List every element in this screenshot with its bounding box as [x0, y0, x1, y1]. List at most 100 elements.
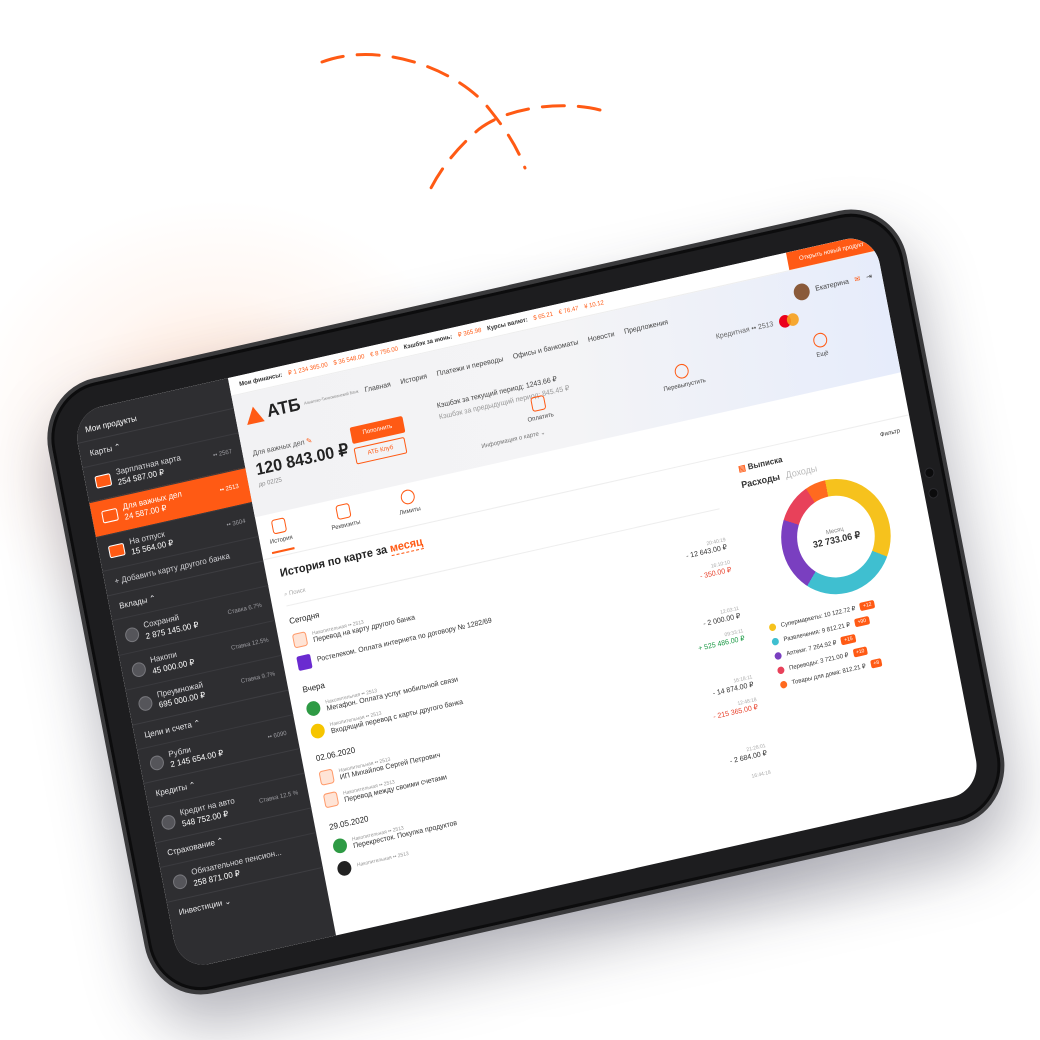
legend-dot	[771, 636, 780, 646]
transaction-time: 16:44:18	[751, 769, 772, 780]
camera-dot-icon	[923, 466, 936, 480]
rate-eur: € 76.47	[558, 305, 580, 316]
statement-label: Выписка	[747, 454, 784, 472]
piggy-bank-icon	[123, 625, 141, 644]
sensor-dot-icon	[927, 487, 940, 500]
chevron-up-icon: ⌃	[188, 780, 197, 792]
legend-badge: +10	[852, 646, 869, 658]
piggy-bank-icon	[130, 660, 148, 678]
card-info-text: Информация о карте	[481, 431, 540, 451]
legend-badge: +12	[859, 599, 876, 612]
legend-badge: +15	[840, 633, 857, 646]
pay-action[interactable]: Оплатить	[524, 393, 554, 424]
search-placeholder: Поиск	[288, 587, 307, 598]
shield-icon	[171, 872, 189, 891]
donut-center: Месяц 32 733.06 ₽	[790, 488, 882, 586]
pie-icon	[399, 488, 416, 506]
logo-mark-icon	[244, 404, 265, 426]
merchant-icon	[331, 837, 349, 855]
rate-usd: $ 65.21	[532, 311, 554, 322]
tab-label: Лимиты	[398, 505, 422, 517]
tab-label: Реквизиты	[331, 519, 362, 533]
merchant-icon	[322, 791, 340, 809]
car-icon	[160, 813, 177, 831]
nav-item-payments[interactable]: Платежи и переводы	[436, 355, 504, 377]
action-label: Ещё	[816, 350, 830, 359]
card-number: •• 2513	[219, 483, 240, 495]
reissue-action[interactable]: Перевыпустить	[660, 359, 707, 394]
safe-icon	[148, 754, 166, 772]
section-label: Вклады	[118, 595, 149, 612]
tab-expenses[interactable]: Расходы	[740, 471, 780, 490]
merchant-icon	[296, 653, 313, 672]
section-label: Инвестиции	[177, 898, 224, 918]
finance-usd: $ 36 548.00	[332, 353, 366, 367]
wallet-icon	[529, 394, 547, 413]
legend-dot	[779, 679, 788, 689]
legend-dot	[773, 651, 783, 660]
finance-eur: € 8 756.00	[369, 345, 399, 359]
legend-badge: +90	[854, 615, 870, 628]
main-area: Мои финансы: ₽ 1 234 365.00 $ 36 548.00 …	[227, 232, 982, 936]
tab-income[interactable]: Доходы	[785, 463, 818, 480]
filter-button[interactable]: Фильтр	[880, 428, 901, 442]
action-label: Перевыпустить	[663, 377, 707, 394]
document-icon	[335, 502, 352, 521]
logout-icon[interactable]: ⇥	[865, 272, 873, 281]
more-action[interactable]: Ещё	[811, 331, 830, 360]
merchant-icon	[305, 699, 322, 718]
deposit-rate: Ставка 6.7%	[227, 602, 263, 617]
rates-label: Курсы валют:	[486, 316, 529, 332]
rate-cny: ¥ 10.12	[583, 299, 605, 311]
search-icon: ⌕	[283, 591, 289, 599]
stage: Мои продукты Карты ⌃ Зарплатная карта 254…	[0, 0, 1040, 1040]
tab-limits[interactable]: Лимиты	[395, 487, 422, 523]
credit-label-text: Кредитная •• 2513	[715, 320, 775, 341]
nav-item-history[interactable]: История	[400, 373, 428, 386]
atb-logo[interactable]: АТБ Азиатско-Тихоокеанский Банк	[244, 386, 359, 428]
credit-rate: Ставка 12.5 %	[258, 789, 299, 805]
nav-item-main[interactable]: Главная	[364, 381, 391, 394]
chevron-down-icon: ⌄	[539, 429, 547, 438]
section-label: Цели и счета	[143, 719, 193, 740]
card-icon	[94, 473, 113, 490]
card-icon	[107, 542, 126, 559]
avatar	[792, 281, 812, 302]
expenses-legend: Супермаркеты: 10 122.72 ₽ +12 Развлечения:…	[768, 587, 943, 689]
section-label: Карты	[88, 443, 113, 459]
chevron-up-icon: ⌃	[192, 717, 202, 729]
nav-item-offices[interactable]: Офисы и банкоматы	[512, 339, 579, 361]
nav-item-news[interactable]: Новости	[587, 330, 615, 343]
section-label: Кредиты	[155, 782, 188, 799]
chevron-down-icon: ⌄	[223, 896, 232, 907]
card-balance-block: Для важных дел ✎ 120 843.00 ₽ до 02/25	[252, 429, 352, 488]
statement-icon: ▤	[737, 462, 747, 474]
cashback-value: ₽ 365.98	[457, 327, 483, 339]
tab-history[interactable]: История	[265, 516, 295, 555]
legend-badge: +8	[869, 657, 883, 669]
logo-subtitle: Азиатско-Тихоокеанский Банк	[303, 388, 359, 406]
account-number: •• 6090	[267, 730, 288, 742]
legend-dot	[768, 622, 777, 632]
edit-pencil-icon[interactable]: ✎	[306, 437, 313, 445]
period-selector[interactable]: месяц	[388, 535, 425, 557]
merchant-icon	[336, 859, 353, 878]
tab-requisites[interactable]: Реквизиты	[328, 501, 363, 538]
transaction-amount-block: 12:48:18- 215 365.00 ₽	[711, 697, 759, 721]
mail-icon[interactable]: ✉	[854, 275, 861, 284]
transaction-amount-block: 16:44:18	[751, 770, 771, 780]
tab-label: История	[269, 534, 294, 546]
chevron-up-icon: ⌃	[216, 836, 225, 847]
merchant-icon	[318, 768, 335, 786]
expenses-donut: Месяц 32 733.06 ₽	[771, 468, 901, 605]
chevron-up-icon: ⌃	[113, 441, 122, 453]
section-label: Страхование	[166, 838, 216, 858]
merchant-icon	[291, 631, 309, 649]
card-number: •• 2567	[212, 449, 233, 460]
reissue-icon	[673, 362, 691, 380]
card-number: •• 3604	[226, 518, 247, 529]
user-name: Екатерина	[814, 277, 850, 293]
user-menu[interactable]: Екатерина ✉ ⇥	[792, 268, 873, 302]
card-icon	[101, 508, 120, 524]
nav-item-offers[interactable]: Предложения	[623, 318, 668, 335]
